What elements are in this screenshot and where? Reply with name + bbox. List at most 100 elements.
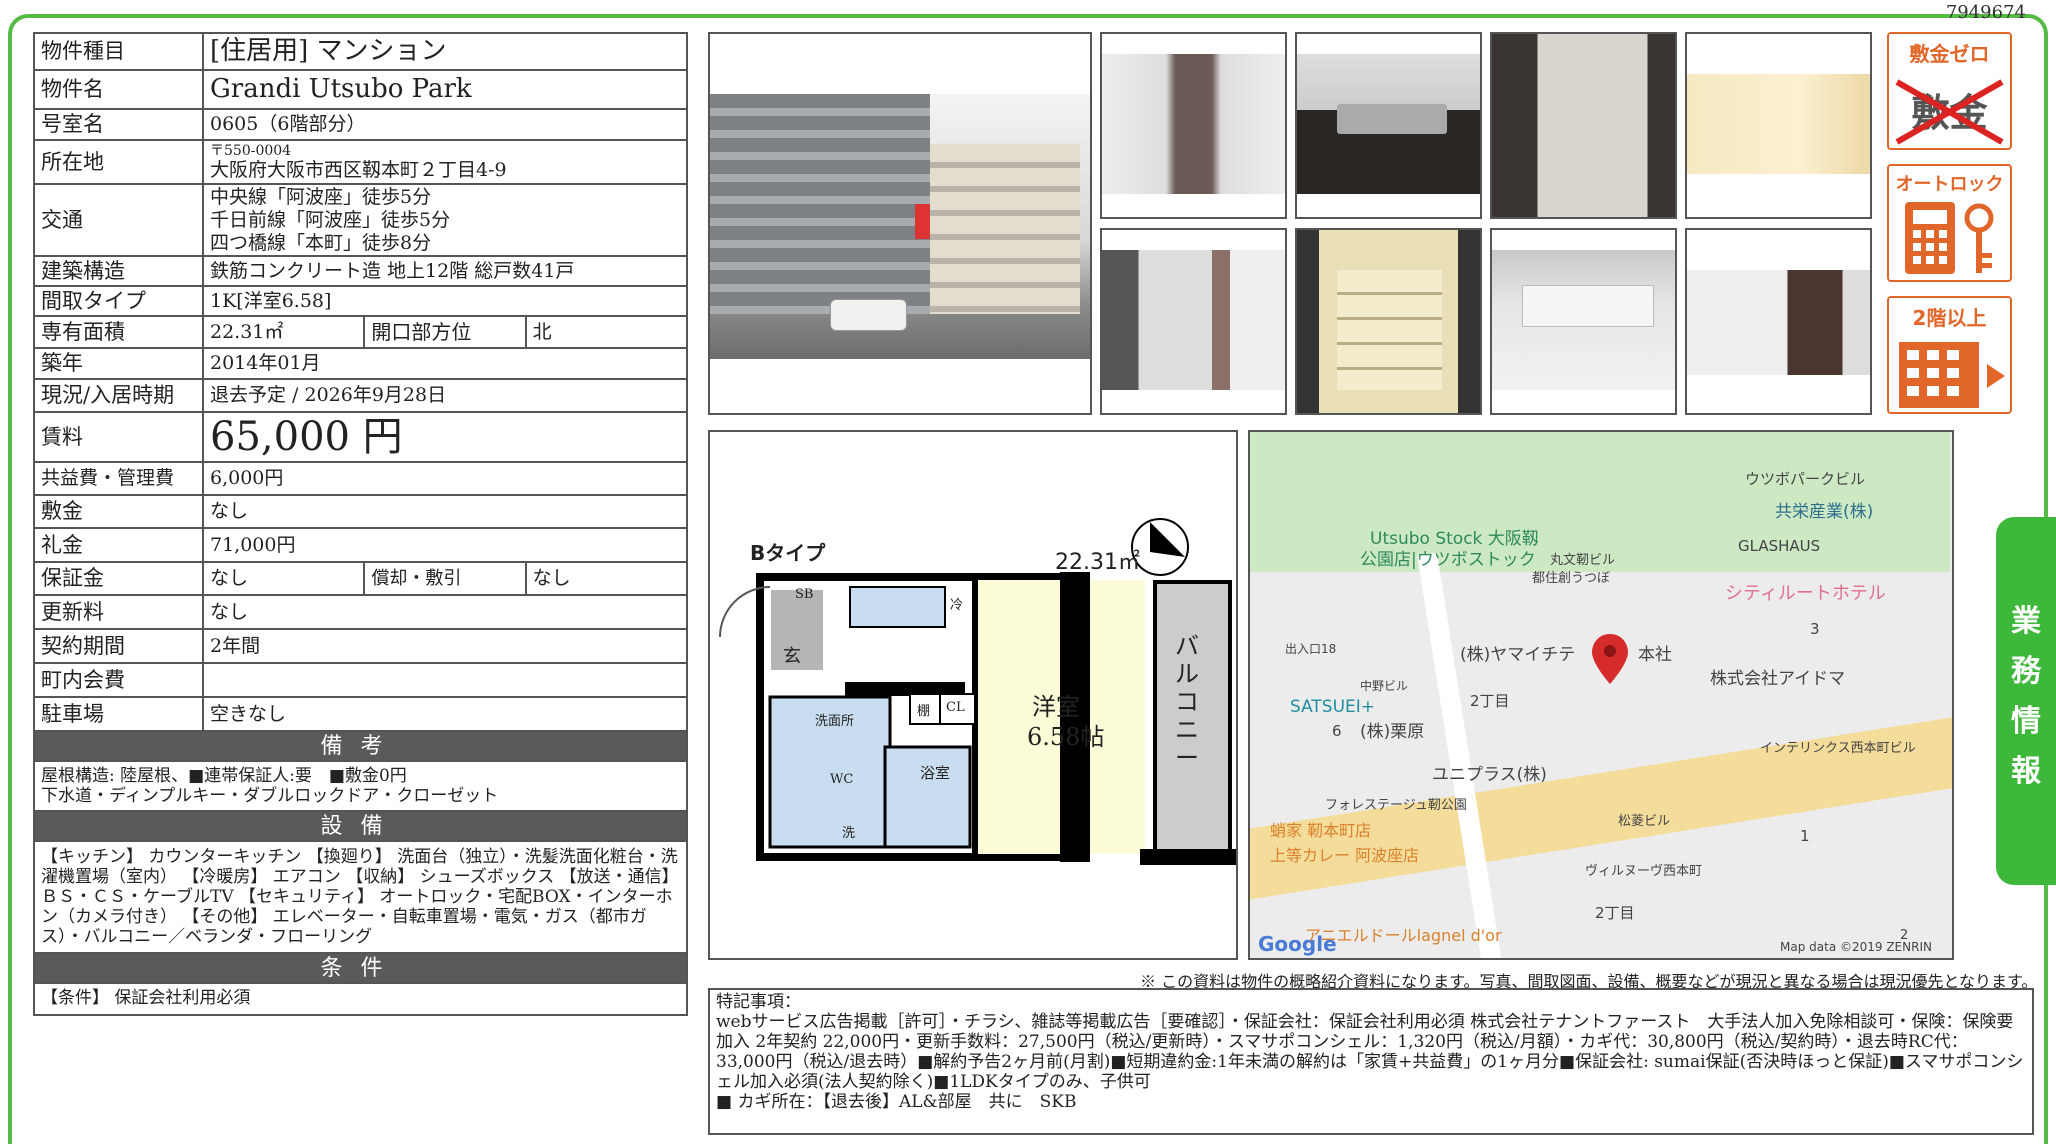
map-label: ユニプラス(株)	[1432, 765, 1547, 785]
plan-area: 22.31㎡	[1055, 550, 1140, 575]
red-sign	[915, 204, 931, 239]
sink-shape	[1337, 104, 1447, 134]
address-label: 所在地	[33, 139, 204, 185]
name-label: 物件名	[33, 69, 204, 110]
room-photo	[1100, 32, 1287, 219]
map-label: SATSUEI+	[1290, 697, 1376, 717]
building-shape	[710, 94, 930, 314]
second-floor-text: 2階以上	[1912, 306, 1987, 330]
map-label: 出入口18	[1285, 642, 1337, 656]
structure-label: 建築構造	[33, 255, 204, 287]
map-label: 松菱ビル	[1618, 814, 1671, 829]
plan-wash: 洗	[842, 826, 856, 841]
deposit-value: なし	[202, 494, 688, 529]
plan-wc: WC	[830, 772, 854, 787]
location-map[interactable]: ウツボパークビル 共栄産業(株) GLASHAUS Utsubo Stock 大…	[1248, 430, 1954, 960]
hallway-photo	[1100, 228, 1287, 415]
zero-deposit-text: 敷金ゼロ	[1909, 42, 1990, 66]
bath-photo	[1490, 32, 1677, 219]
transit-line: 四つ橋線「本町」徒歩8分	[210, 231, 432, 254]
business-info-label: 業務情報	[2011, 604, 2041, 789]
map-label: ヴィルヌーヴ西本町	[1585, 864, 1703, 879]
washroom-photo	[1685, 32, 1872, 219]
map-label: シティルートホテル	[1725, 583, 1886, 604]
map-label: 2丁目	[1595, 904, 1635, 922]
room-label: 号室名	[33, 108, 204, 141]
special-text: webサービス広告掲載［許可］・チラシ、雑誌等掲載広告［要確認］・保証会社：保証…	[716, 1012, 2024, 1092]
floor-plan: Bタイプ 22.31㎡ 洋室 6.58帖 バルコニー 玄 SB 冷 洗面所 WC…	[708, 430, 1238, 960]
map-label: 6	[1332, 722, 1342, 740]
map-label: (株)ヤマイチテ	[1460, 645, 1576, 665]
map-label: 蛸家 靭本町店	[1270, 821, 1372, 840]
building-icon	[1899, 342, 2005, 408]
town-label: 町内会費	[33, 662, 204, 698]
transit-line: 千日前線「阿波座」徒歩5分	[210, 208, 451, 231]
map-label: 共栄産業(株)	[1775, 502, 1874, 522]
transit-line: 中央線「阿波座」徒歩5分	[210, 185, 432, 208]
keypad-icon	[1905, 202, 1994, 274]
plan-cl: CL	[946, 700, 965, 715]
rent-label: 賃料	[33, 411, 204, 463]
map-label: 丸文靭ビル	[1550, 553, 1616, 568]
equipment-body: 【キッチン】 カウンターキッチン 【換廻り】 洗面台（独立）・洗髪洗面化粧台・洗…	[33, 840, 688, 954]
car-shape	[830, 299, 907, 331]
status-value: 退去予定 / 2026年9月28日	[202, 378, 688, 413]
parking-label: 駐車場	[33, 696, 204, 732]
fee-label: 共益費・管理費	[33, 461, 204, 496]
direction-value: 北	[524, 315, 689, 349]
contract-label: 契約期間	[33, 628, 204, 664]
remarks-line: 下水道・ディンプルキー・ダブルロックドア・クローゼット	[41, 786, 499, 806]
plan-sb: SB	[795, 587, 814, 602]
equipment-header: 設備	[33, 810, 688, 842]
side-road	[1417, 553, 1503, 958]
deposit-label: 敷金	[33, 494, 204, 529]
property-table: 物件種目 [住居用] マンション 物件名 Grandi Utsubo Park 号室…	[33, 32, 689, 1016]
cabinet-shape	[1522, 285, 1654, 327]
map-label: 3	[1810, 620, 1820, 638]
special-key: ■ カギ所在：【退去後】AL&部屋 共に SKB	[716, 1092, 1077, 1112]
built-label: 築年	[33, 347, 204, 380]
closet-photo	[1295, 228, 1482, 415]
map-label: GLASHAUS	[1738, 537, 1821, 555]
plan-balcony: バルコニー	[1175, 632, 1199, 772]
map-label: 上等カレー 阿波座店	[1270, 846, 1420, 865]
amort-value: なし	[524, 561, 689, 596]
keymoney-value: 71,000円	[202, 527, 688, 563]
building-photo	[708, 32, 1092, 415]
map-label: 2丁目	[1470, 692, 1510, 710]
name-value: Grandi Utsubo Park	[202, 69, 688, 110]
amort-label: 償却・敷引	[363, 561, 527, 596]
fee-value: 6,000円	[202, 461, 688, 496]
guarantee-label: 保証金	[33, 561, 204, 596]
transit-cell: 中央線「阿波座」徒歩5分 千日前線「阿波座」徒歩5分 四つ橋線「本町」徒歩8分	[202, 183, 688, 257]
transit-label: 交通	[33, 183, 204, 257]
conditions-header: 条件	[33, 952, 688, 984]
google-logo: Google	[1258, 932, 1337, 956]
type-label: 物件種目	[33, 32, 204, 71]
parking-value: 空きなし	[202, 696, 688, 732]
cross-icon	[1895, 79, 2004, 145]
map-label: インテリンクス西本町ビル	[1760, 741, 1916, 756]
structure-value: 鉄筋コンクリート造 地上12階 総戸数41戸	[202, 255, 688, 287]
door-photo	[1685, 228, 1872, 415]
address-value: 大阪府大阪市西区靱本町２丁目4-9	[210, 158, 507, 181]
plan-fridge: 冷	[950, 598, 964, 613]
layout-value: 1K[洋室6.58]	[202, 285, 688, 317]
address-cell: 〒550-0004 大阪府大阪市西区靱本町２丁目4-9	[202, 139, 688, 185]
special-title: 特記事項：	[716, 992, 801, 1012]
town-value	[202, 662, 688, 698]
shelf-shape	[1337, 270, 1442, 390]
special-notes: 特記事項： webサービス広告掲載［許可］・チラシ、雑誌等掲載広告［要確認］・保…	[708, 988, 2034, 1135]
renewal-label: 更新料	[33, 594, 204, 630]
second-floor-badge: 2階以上	[1887, 296, 2012, 414]
guarantee-value: なし	[201, 561, 366, 596]
map-label: (株)栗原	[1360, 722, 1425, 742]
map-copyright: Map data ©2019 ZENRIN	[1780, 940, 1932, 954]
remarks-line: 屋根構造: 陸屋根、■連帯保証人:要 ■敷金0円	[41, 766, 407, 786]
plan-entry: 玄	[783, 646, 801, 667]
map-label: 中野ビル	[1360, 679, 1409, 693]
business-info-tab[interactable]: 業務情報	[1996, 517, 2056, 885]
map-label: フォレステージュ靭公園	[1325, 798, 1467, 813]
status-label: 現況/入居時期	[33, 378, 204, 413]
map-label: 本社	[1638, 645, 1672, 665]
